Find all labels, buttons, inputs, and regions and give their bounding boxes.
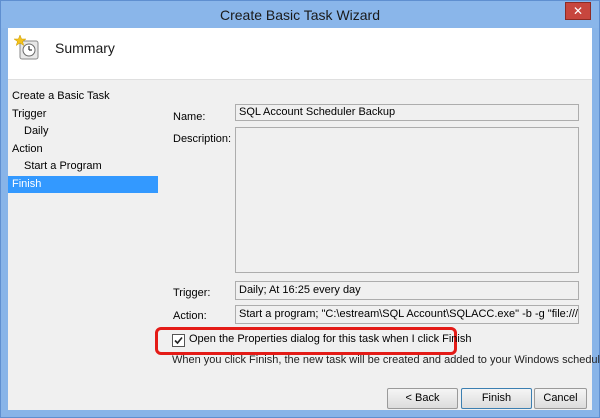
title-bar[interactable]: Create Basic Task Wizard ✕ — [1, 1, 599, 28]
wizard-nav: Create a Basic Task Trigger Daily Action… — [8, 88, 158, 193]
nav-item-daily[interactable]: Daily — [8, 123, 158, 141]
nav-item-action[interactable]: Action — [8, 141, 158, 159]
open-properties-label: Open the Properties dialog for this task… — [189, 333, 472, 345]
trigger-field[interactable]: Daily; At 16:25 every day — [235, 281, 579, 300]
nav-item-label: Start a Program — [24, 160, 102, 172]
check-icon — [174, 336, 183, 345]
page-title: Summary — [55, 40, 115, 56]
cancel-button[interactable]: Cancel — [534, 388, 587, 409]
back-button[interactable]: < Back — [387, 388, 458, 409]
open-properties-checkbox[interactable] — [172, 334, 185, 347]
nav-item-label: Finish — [12, 177, 42, 190]
nav-item-label: Daily — [24, 125, 49, 137]
description-label: Description: — [173, 133, 232, 145]
nav-item-label: Action — [12, 142, 43, 155]
nav-item-trigger[interactable]: Trigger — [8, 106, 158, 124]
wizard-header: Summary — [8, 28, 592, 80]
nav-item-create-basic-task[interactable]: Create a Basic Task — [8, 88, 158, 106]
description-field[interactable] — [235, 127, 579, 273]
name-label: Name: — [173, 111, 206, 123]
nav-item-label: Trigger — [12, 107, 47, 120]
nav-item-start-a-program[interactable]: Start a Program — [8, 158, 158, 176]
wizard-window: Create Basic Task Wizard ✕ Summary Creat… — [0, 0, 600, 418]
nav-item-finish[interactable]: Finish — [8, 175, 158, 193]
window-title: Create Basic Task Wizard — [219, 7, 380, 23]
finish-info-text: When you click Finish, the new task will… — [172, 354, 600, 366]
action-field[interactable]: Start a program; "C:\estream\SQL Account… — [235, 305, 579, 324]
finish-button[interactable]: Finish — [461, 388, 532, 409]
trigger-label: Trigger: — [173, 287, 211, 299]
name-field[interactable]: SQL Account Scheduler Backup — [235, 104, 579, 121]
task-scheduler-icon — [14, 34, 39, 60]
action-label: Action: — [173, 310, 207, 322]
nav-item-label: Create a Basic Task — [12, 90, 110, 102]
close-button[interactable]: ✕ — [565, 2, 591, 20]
wizard-content: Summary Create a Basic Task Trigger Dail… — [8, 28, 600, 410]
